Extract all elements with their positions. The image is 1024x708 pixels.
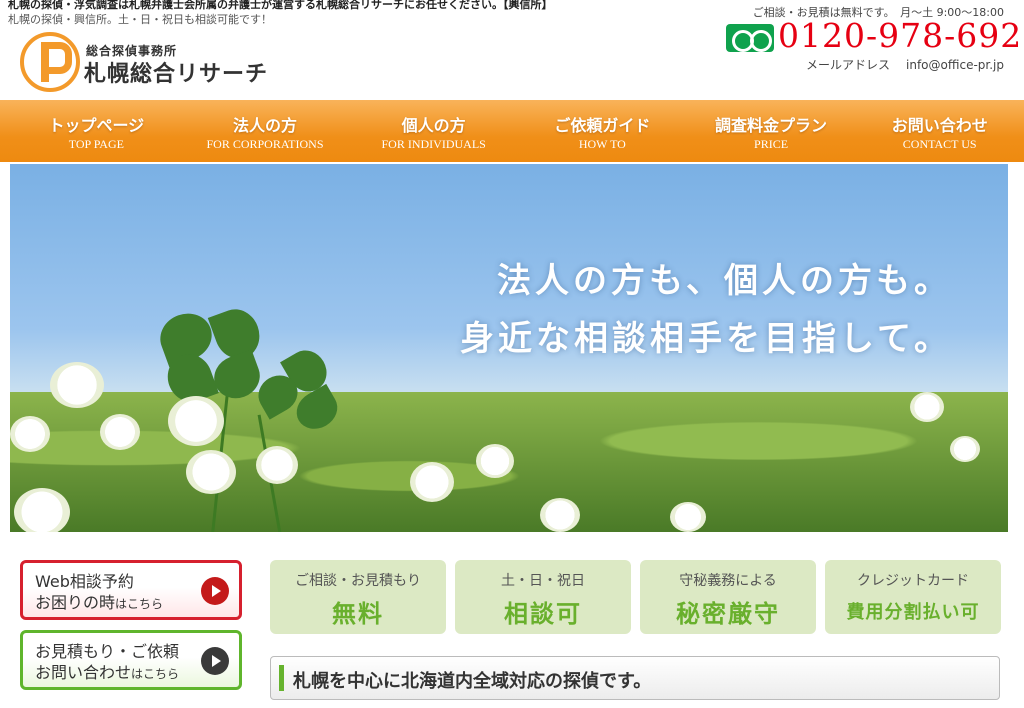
nav-sublabel: CONTACT US [902, 137, 977, 151]
nav-item-individuals[interactable]: 個人の方 FOR INDIVIDUALS [349, 100, 518, 162]
nav-item-top[interactable]: トップページ TOP PAGE [12, 100, 181, 162]
nav-label: 個人の方 [401, 116, 466, 135]
email-label: メールアドレス [806, 58, 891, 72]
nav-sublabel: TOP PAGE [68, 137, 124, 151]
nav-item-howto[interactable]: ご依頼ガイド HOW TO [518, 100, 687, 162]
nav-label: トップページ [48, 116, 145, 135]
clover-flower [410, 462, 454, 502]
clover-flower [950, 436, 980, 462]
site-subtagline: 札幌の探偵・興信所。土・日・祝日も相談可能です！ [8, 13, 272, 26]
logo-title: 札幌総合リサーチ [84, 62, 269, 87]
nav-label: 法人の方 [233, 116, 298, 135]
clover-flower [910, 392, 944, 422]
feature-free-consult: ご相談・お見積もり 無料 [270, 560, 446, 634]
hero-banner: 法人の方も、個人の方も。 身近な相談相手を目指して。 [10, 164, 1008, 532]
feature-caption: 守秘義務による [679, 573, 777, 589]
nav-label: 調査料金プラン [715, 116, 828, 135]
nav-sublabel: PRICE [754, 137, 789, 151]
side-button-small: はこちら [115, 597, 164, 611]
contact-box: ご相談・お見積は無料です。 月〜土 9:00〜18:00 0120-978-69… [724, 2, 1021, 74]
clover-flower [10, 416, 50, 452]
side-button-text: お困りの時 [35, 593, 116, 612]
phone-number[interactable]: 0120-978-692 [778, 16, 1022, 55]
nav-sublabel: FOR INDIVIDUALS [381, 137, 486, 151]
nav-label: ご依頼ガイド [554, 116, 651, 135]
clover-flower [100, 414, 140, 450]
nav-sublabel: FOR CORPORATIONS [206, 137, 324, 151]
web-consultation-button[interactable]: Web相談予約 お困りの時はこちら [20, 560, 242, 620]
free-dial-icon [726, 24, 774, 52]
nav-item-price[interactable]: 調査料金プラン PRICE [687, 100, 856, 162]
clover-flower [14, 488, 70, 532]
side-button-text: お問い合わせ [35, 663, 132, 682]
feature-caption: 土・日・祝日 [501, 573, 585, 589]
side-button-small: はこちら [131, 667, 180, 681]
arrow-right-icon [201, 647, 229, 675]
feature-confidential: 守秘義務による 秘密厳守 [640, 560, 816, 634]
nav-item-contact[interactable]: お問い合わせ CONTACT US [855, 100, 1024, 162]
hero-line-1: 法人の方も、個人の方も。 [497, 261, 952, 301]
feature-weekend: 土・日・祝日 相談可 [455, 560, 631, 634]
feature-credit-card: クレジットカード 費用分割払い可 [825, 560, 1001, 634]
nav-label: お問い合わせ [891, 116, 988, 135]
nav-sublabel: HOW TO [578, 137, 626, 151]
section-heading: 札幌を中心に北海道内全域対応の探偵です。 [270, 656, 1000, 700]
feature-caption: ご相談・お見積もり [295, 573, 421, 589]
clover-flower [50, 362, 104, 408]
feature-headline: 無料 [332, 600, 384, 628]
nav-item-corporations[interactable]: 法人の方 FOR CORPORATIONS [181, 100, 350, 162]
clover-flower [670, 502, 706, 532]
clover-flower [540, 498, 580, 532]
section-accent-bar [279, 665, 284, 691]
estimate-inquiry-button[interactable]: お見積もり・ご依頼 お問い合わせはこちら [20, 630, 242, 690]
section-title: 札幌を中心に北海道内全域対応の探偵です。 [293, 671, 652, 692]
email-address[interactable]: info@office-pr.jp [906, 58, 1004, 72]
hero-copy: 法人の方も、個人の方も。 身近な相談相手を目指して。 [460, 252, 952, 368]
feature-headline: 秘密厳守 [676, 600, 780, 628]
feature-headline: 費用分割払い可 [846, 602, 980, 623]
clover-flower [168, 396, 224, 446]
clover-flower [476, 444, 514, 478]
hero-line-2: 身近な相談相手を目指して。 [460, 319, 952, 359]
feature-headline: 相談可 [504, 600, 582, 628]
feature-caption: クレジットカード [857, 573, 969, 589]
arrow-right-icon [201, 577, 229, 605]
main-nav: トップページ TOP PAGE 法人の方 FOR CORPORATIONS 個人… [0, 100, 1024, 162]
email-line: メールアドレス info@office-pr.jp [790, 56, 1004, 73]
clover-flower [256, 446, 298, 484]
site-logo[interactable]: 総合探偵事務所 札幌総合リサーチ [20, 32, 280, 94]
logo-mark-icon [20, 32, 80, 92]
clover-flower [186, 450, 236, 494]
